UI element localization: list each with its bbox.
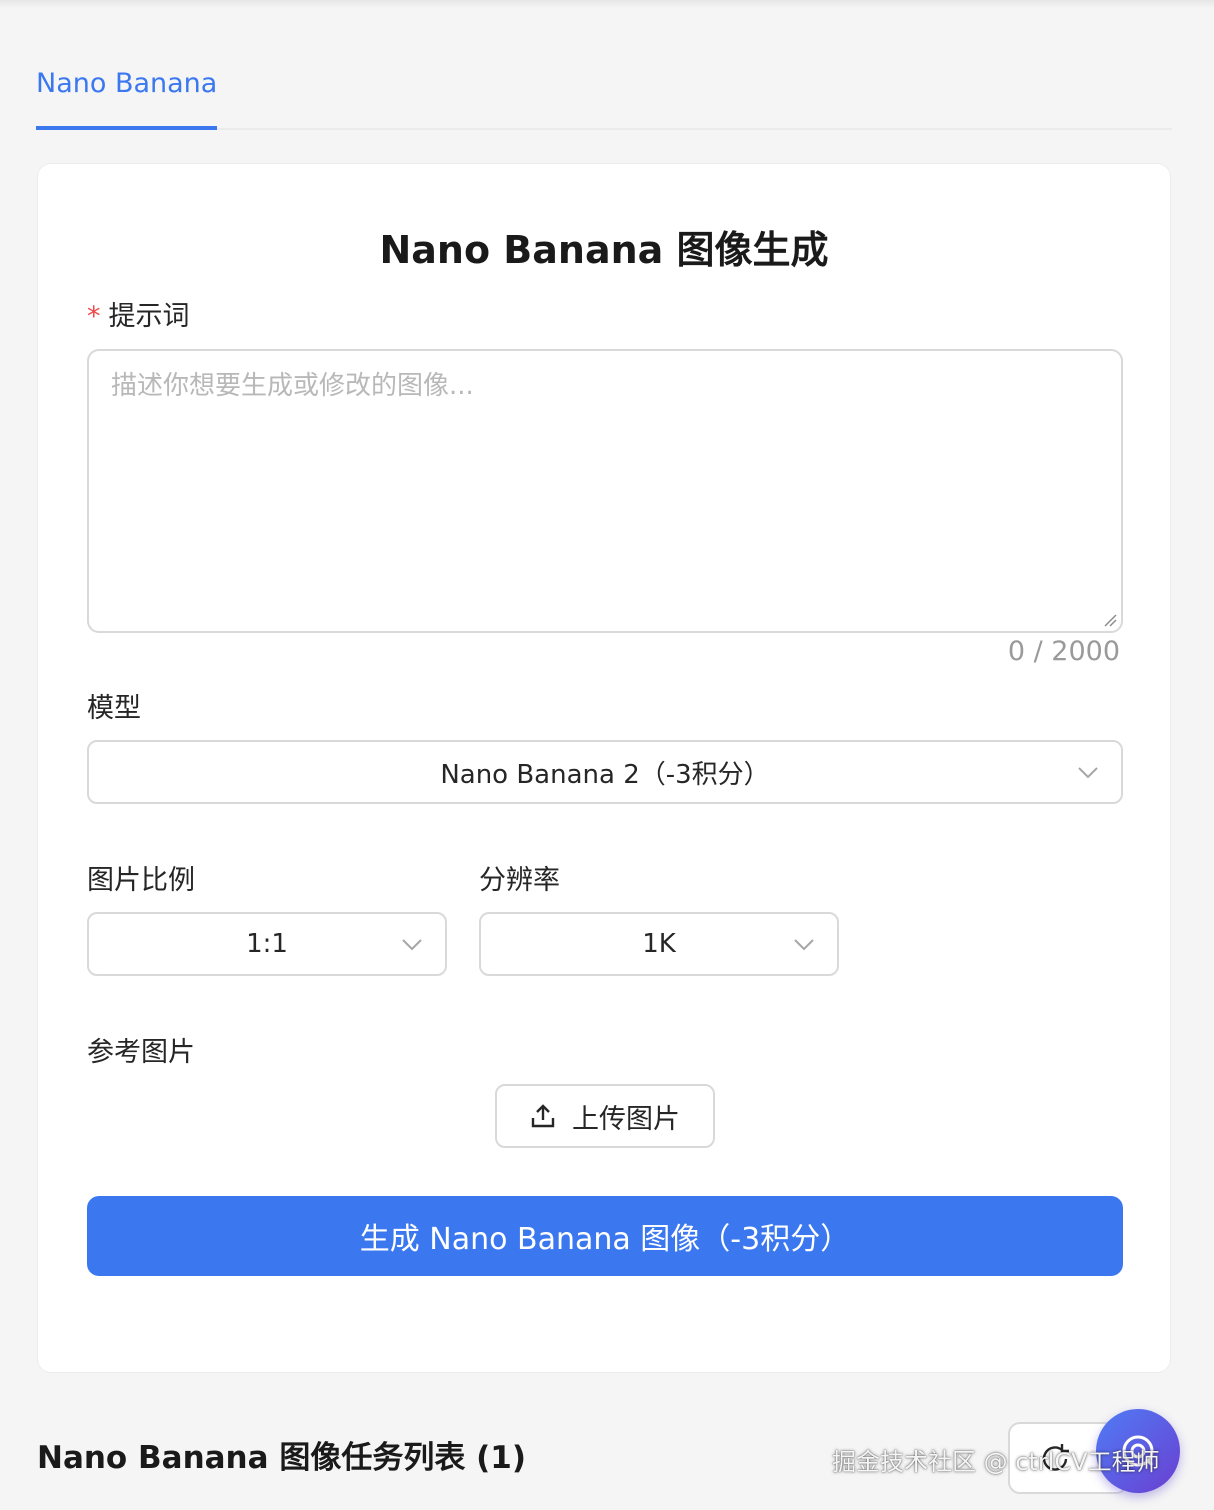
watermark-text: 掘金技术社区 @ ctrlCV工程师 — [832, 1448, 1160, 1476]
aspect-ratio-value: 1:1 — [246, 929, 288, 959]
form-title: Nano Banana 图像生成 — [379, 228, 829, 272]
prompt-char-counter: 0 / 2000 — [1007, 636, 1120, 667]
resize-grip-icon[interactable] — [1103, 613, 1117, 627]
upload-label: 上传图片 — [572, 1103, 680, 1135]
prompt-label: 提示词 — [108, 301, 190, 332]
generation-form-card: Nano Banana 图像生成 * 提示词 描述你想要生成或修改的图像... 0… — [37, 163, 1171, 1373]
resolution-label: 分辨率 — [479, 865, 560, 896]
tab-nano-banana[interactable]: Nano Banana — [36, 66, 218, 130]
aspect-ratio-label: 图片比例 — [87, 865, 195, 896]
chevron-down-icon — [402, 939, 422, 951]
required-mark: * — [87, 301, 101, 332]
prompt-placeholder: 描述你想要生成或修改的图像... — [111, 371, 474, 401]
aspect-ratio-select[interactable]: 1:1 — [87, 912, 447, 976]
resolution-select[interactable]: 1K — [479, 912, 839, 976]
upload-image-button[interactable]: 上传图片 — [495, 1084, 715, 1148]
chevron-down-icon — [794, 939, 814, 951]
model-label: 模型 — [87, 693, 141, 724]
model-select[interactable]: Nano Banana 2（-3积分） — [87, 740, 1123, 804]
prompt-label-row: * 提示词 — [87, 294, 190, 333]
reference-image-label: 参考图片 — [87, 1037, 195, 1068]
generate-button[interactable]: 生成 Nano Banana 图像（-3积分） — [87, 1196, 1123, 1276]
prompt-textarea[interactable]: 描述你想要生成或修改的图像... — [87, 349, 1123, 633]
tab-bar: Nano Banana — [36, 0, 1172, 130]
model-select-value: Nano Banana 2（-3积分） — [440, 759, 770, 790]
upload-icon — [531, 1104, 555, 1128]
task-list-title: Nano Banana 图像任务列表 (1) — [37, 1440, 527, 1476]
resolution-value: 1K — [642, 929, 676, 959]
chevron-down-icon — [1078, 767, 1098, 779]
